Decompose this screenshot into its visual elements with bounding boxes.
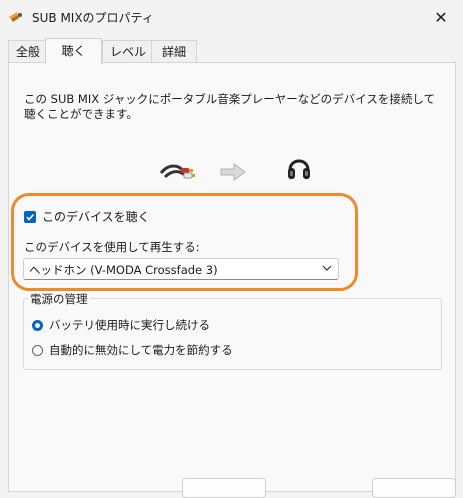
close-icon: ✕ (434, 7, 448, 27)
radio-button-selected[interactable] (32, 319, 43, 331)
power-option-label: 自動的に無効にして電力を節約する (49, 343, 233, 357)
headphones-icon (288, 159, 310, 179)
window-title: SUB MIXのプロパティ (32, 11, 154, 25)
power-management-group: 電源の管理 バッテリ使用時に実行し続ける 自動的に無効にして電力を節約する (23, 291, 442, 370)
chevron-down-icon (322, 265, 332, 271)
close-button[interactable]: ✕ (419, 0, 463, 34)
power-option-save-power[interactable]: 自動的に無効にして電力を節約する (32, 342, 233, 358)
power-option-keep-running[interactable]: バッテリ使用時に実行し続ける (32, 317, 210, 333)
listen-checkbox-row[interactable]: このデバイスを聴く (24, 208, 150, 225)
tab-levels[interactable]: レベル (102, 40, 154, 63)
check-icon (26, 213, 35, 221)
tab-general[interactable]: 全般 (8, 40, 48, 63)
ok-button[interactable] (182, 478, 266, 498)
power-management-legend: 電源の管理 (28, 291, 90, 307)
power-option-label: バッテリ使用時に実行し続ける (49, 318, 210, 332)
playback-device-select[interactable]: ヘッドホン (V-MODA Crossfade 3) (23, 258, 339, 280)
listen-panel: この SUB MIX ジャックにポータブル音楽プレーヤーなどのデバイスを接続して… (8, 62, 456, 492)
speaker-app-icon (9, 12, 22, 22)
listen-description: この SUB MIX ジャックにポータブル音楽プレーヤーなどのデバイスを接続して… (24, 92, 435, 121)
radio-button[interactable] (32, 344, 43, 356)
tab-listen[interactable]: 聴く (45, 38, 102, 64)
apply-button[interactable] (372, 478, 456, 498)
playback-device-value: ヘッドホン (V-MODA Crossfade 3) (29, 263, 218, 277)
title-bar: SUB MIXのプロパティ ✕ (0, 0, 463, 34)
listen-icons (9, 153, 457, 193)
tab-advanced[interactable]: 詳細 (151, 40, 197, 63)
playback-label: このデバイスを使用して再生する: (24, 240, 200, 254)
audio-cable-icon (159, 164, 195, 179)
arrow-right-icon (220, 163, 246, 181)
listen-checkbox-label: このデバイスを聴く (42, 210, 150, 224)
listen-checkbox[interactable] (24, 210, 36, 223)
